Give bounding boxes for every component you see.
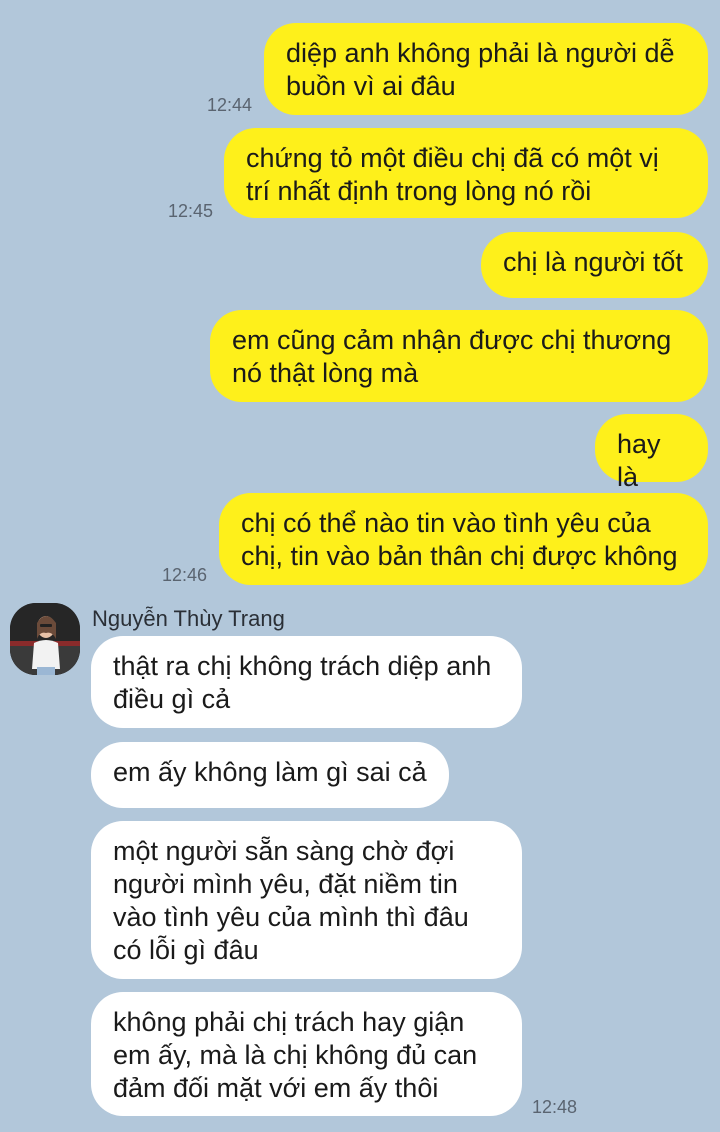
outgoing-message[interactable]: em cũng cảm nhận được chị thương nó thật… xyxy=(210,310,708,402)
incoming-message[interactable]: thật ra chị không trách diệp anh điều gì… xyxy=(91,636,522,728)
message-timestamp: 12:46 xyxy=(162,565,208,585)
outgoing-message[interactable]: chứng tỏ một điều chị đã có một vị trí n… xyxy=(224,128,708,218)
outgoing-message[interactable]: diệp anh không phải là người dễ buồn vì … xyxy=(264,23,708,115)
message-timestamp: 12:44 xyxy=(207,95,253,115)
outgoing-message[interactable]: chị là người tốt xyxy=(481,232,708,298)
contact-avatar[interactable] xyxy=(10,603,80,675)
outgoing-message[interactable]: hay là xyxy=(595,414,708,492)
incoming-message[interactable]: không phải chị trách hay giận em ấy, mà … xyxy=(91,992,522,1116)
contact-name[interactable]: Nguyễn Thùy Trang xyxy=(92,606,285,632)
message-timestamp: 12:45 xyxy=(168,201,214,221)
message-timestamp: 12:48 xyxy=(532,1097,578,1117)
profile-photo-icon xyxy=(10,603,80,675)
incoming-message[interactable]: em ấy không làm gì sai cả xyxy=(91,742,449,808)
incoming-message[interactable]: một người sẵn sàng chờ đợi người mình yê… xyxy=(91,821,522,979)
outgoing-message[interactable]: chị có thể nào tin vào tình yêu của chị,… xyxy=(219,493,708,585)
